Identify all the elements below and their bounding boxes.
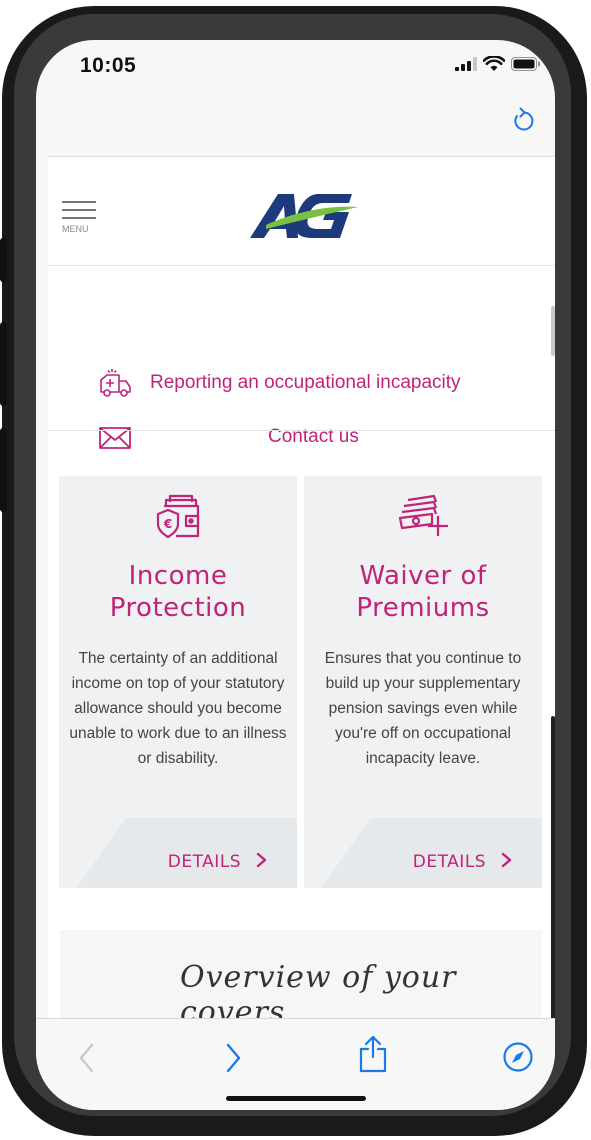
card-description: The certainty of an additional income on… <box>69 650 287 767</box>
card-title-line: Income <box>128 561 228 591</box>
wallet-shield-icon: € <box>156 494 200 539</box>
menu-button[interactable]: MENU <box>62 201 96 234</box>
back-icon[interactable] <box>76 1041 98 1075</box>
volume-down-button <box>0 428 7 512</box>
card-waiver-of-premiums[interactable]: Waiver of Premiums Ensures that you conti… <box>304 476 542 888</box>
browser-toolbar <box>36 1018 555 1110</box>
hamburger-icon-bar <box>62 209 96 211</box>
card-income-protection[interactable]: € Income Protection The certainty of an a… <box>59 476 297 888</box>
share-icon[interactable] <box>358 1035 388 1073</box>
card-title-line: Waiver of <box>359 561 487 591</box>
chevron-right-icon <box>256 852 267 868</box>
card-title: Waiver of Premiums <box>304 560 542 624</box>
chevron-right-icon <box>501 852 512 868</box>
overview-title: Overview of your covers <box>180 960 457 1018</box>
compass-icon[interactable] <box>502 1041 534 1073</box>
card-title-line: Premiums <box>356 593 490 623</box>
wifi-icon <box>483 56 505 71</box>
hamburger-icon-bar <box>62 217 96 219</box>
divider <box>48 430 555 431</box>
ag-logo[interactable] <box>248 191 360 241</box>
card-title-line: Protection <box>109 593 247 623</box>
quick-link-report-incapacity[interactable]: Reporting an occupational incapacity <box>48 362 555 412</box>
overview-section: Overview of your covers <box>60 930 542 1018</box>
quick-link-contact[interactable]: Contact us <box>48 416 555 466</box>
reload-icon[interactable] <box>511 106 537 134</box>
volume-up-button <box>0 322 7 406</box>
home-indicator <box>226 1096 366 1101</box>
status-icons <box>455 56 541 72</box>
forward-icon[interactable] <box>222 1041 244 1075</box>
money-stack-plus-icon <box>398 494 448 536</box>
details-link[interactable]: DETAILS <box>168 852 271 872</box>
web-content: MENU Reporting an occupational incapacit… <box>48 156 555 1018</box>
details-label: DETAILS <box>412 852 487 872</box>
status-bar: 10:05 <box>36 40 555 92</box>
card-icon-wrap: € <box>59 492 297 545</box>
site-header: MENU <box>48 156 555 266</box>
cellular-signal-icon <box>455 57 477 71</box>
battery-icon <box>511 57 540 71</box>
hamburger-icon-bar <box>62 201 96 203</box>
svg-text:€: € <box>163 517 172 531</box>
quick-link-label: Reporting an occupational incapacity <box>150 372 461 393</box>
card-description: Ensures that you continue to build up yo… <box>324 650 522 767</box>
mute-switch <box>0 238 7 282</box>
details-link[interactable]: DETAILS <box>413 852 516 872</box>
phone-frame: 10:05 MENU Reporting an occupational inc… <box>0 0 591 1140</box>
details-label: DETAILS <box>167 852 242 872</box>
card-icon-wrap <box>304 492 542 543</box>
screen: 10:05 MENU Reporting an occupational inc… <box>36 40 555 1110</box>
status-time: 10:05 <box>80 54 137 77</box>
menu-label: MENU <box>62 224 89 234</box>
scroll-indicator <box>551 306 555 356</box>
scroll-indicator-active <box>551 716 555 1018</box>
card-title: Income Protection <box>59 560 297 624</box>
browser-top-bar <box>36 92 555 156</box>
ambulance-icon <box>100 369 131 397</box>
